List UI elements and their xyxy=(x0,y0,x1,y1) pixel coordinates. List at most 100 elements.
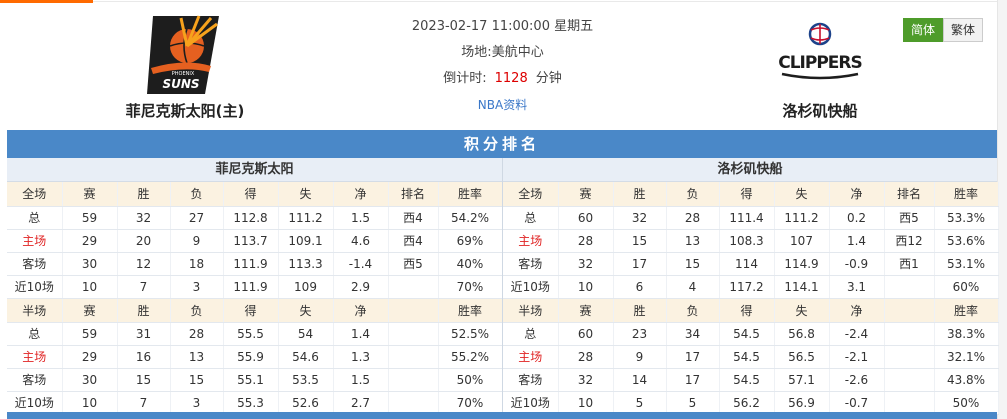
home-standings-table: 全场赛胜负得失净排名 胜率总 59 32 27 112.8 111.2 1.5 西4 54.2% 主… xyxy=(7,182,503,415)
column-header: 排名 xyxy=(388,182,439,207)
nba-info-link[interactable]: NBA资料 xyxy=(478,98,527,112)
bottom-bar xyxy=(7,412,997,419)
table-cell: 52.6 xyxy=(278,391,334,415)
table-cell: 111.2 xyxy=(278,206,334,230)
table-header-row: 全场赛胜负得失净排名 胜率 xyxy=(7,182,503,207)
table-cell: 53.6% xyxy=(934,229,999,253)
table-cell: 23 xyxy=(613,322,667,346)
table-cell: 30 xyxy=(62,252,118,276)
table-cell: 10 xyxy=(558,275,614,299)
column-header: 负 xyxy=(666,182,720,207)
table-cell: 59 xyxy=(62,206,118,230)
table-cell: 1.4 xyxy=(829,229,885,253)
traditional-chinese-button[interactable]: 繁体 xyxy=(943,18,984,42)
table-row: 总 59 31 28 55.5 54 1.4 52.5% xyxy=(7,322,503,346)
table-cell: 28 xyxy=(558,345,614,369)
row-label: 总 xyxy=(503,322,559,346)
table-cell xyxy=(884,345,935,369)
table-cell xyxy=(388,391,439,415)
table-cell: 54.2% xyxy=(438,206,503,230)
table-cell: 32 xyxy=(558,368,614,392)
table-cell: 15 xyxy=(117,368,171,392)
table-row: 主场 29 16 13 55.9 54.6 1.3 55.2% xyxy=(7,345,503,369)
table-cell: 109 xyxy=(278,275,334,299)
countdown-value: 1128 xyxy=(494,71,528,86)
table-cell xyxy=(884,368,935,392)
table-cell: 32 xyxy=(117,206,171,230)
table-cell: 111.4 xyxy=(719,206,775,230)
row-label: 客场 xyxy=(503,252,559,276)
column-header: 负 xyxy=(170,298,224,323)
table-header-row: 半场赛胜负得失净 胜率 xyxy=(503,298,999,323)
row-label: 近10场 xyxy=(503,275,559,299)
table-cell: 114.9 xyxy=(774,252,830,276)
away-team-name: 洛杉矶快船 xyxy=(782,102,858,120)
simplified-chinese-button[interactable]: 简体 xyxy=(903,18,944,42)
table-cell: 2.9 xyxy=(333,275,389,299)
table-cell: 111.9 xyxy=(223,252,279,276)
table-cell: 38.3% xyxy=(934,322,999,346)
table-cell: 55.3 xyxy=(223,391,279,415)
active-tab-indicator xyxy=(0,0,93,3)
table-cell: 113.3 xyxy=(278,252,334,276)
table-row: 客场 32 17 15 114 114.9 -0.9 西1 53.1% xyxy=(503,252,999,276)
row-label: 客场 xyxy=(503,368,559,392)
table-row: 总 59 32 27 112.8 111.2 1.5 西4 54.2% xyxy=(7,206,503,230)
match-datetime: 2023-02-17 11:00:00 星期五 xyxy=(411,19,594,34)
table-cell xyxy=(388,275,439,299)
table-cell: 6 xyxy=(613,275,667,299)
venue-label: 场地: xyxy=(461,45,492,60)
away-standings-team: 洛杉矶快船 xyxy=(503,158,997,182)
column-header: 半场 xyxy=(7,298,63,323)
table-cell: 2.7 xyxy=(333,391,389,415)
countdown-unit: 分钟 xyxy=(535,71,562,86)
table-cell: 1.5 xyxy=(333,368,389,392)
table-cell: 57.1 xyxy=(774,368,830,392)
table-cell: 111.9 xyxy=(223,275,279,299)
table-cell: 28 xyxy=(170,322,224,346)
vertical-scrollbar[interactable] xyxy=(997,0,1007,419)
table-cell: 55.5 xyxy=(223,322,279,346)
top-divider xyxy=(93,1,1007,2)
table-cell: 5 xyxy=(666,391,720,415)
table-cell: 9 xyxy=(170,229,224,253)
match-venue: 场地:美航中心 xyxy=(380,44,625,70)
away-standings: 洛杉矶快船 全场赛胜负得失净排名 胜率总 60 32 28 111.4 111.2 0.2 西5… xyxy=(502,158,999,415)
column-header: 赛 xyxy=(558,298,614,323)
match-countdown: 倒计时: 1128 分钟 xyxy=(380,70,625,96)
table-cell: 1.5 xyxy=(333,206,389,230)
table-cell: 3.1 xyxy=(829,275,885,299)
table-cell: 54.6 xyxy=(278,345,334,369)
home-standings: 菲尼克斯太阳 全场赛胜负得失净排名 胜率总 59 32 27 112.8 111.2 1.5 西… xyxy=(7,158,503,415)
column-header: 赛 xyxy=(62,298,118,323)
table-cell: 西1 xyxy=(884,252,935,276)
clippers-logo-text: CLIPPERS xyxy=(778,53,862,73)
table-cell: 114 xyxy=(719,252,775,276)
table-cell: 4 xyxy=(666,275,720,299)
table-cell: 17 xyxy=(666,368,720,392)
table-cell: 西5 xyxy=(388,252,439,276)
table-cell: 13 xyxy=(170,345,224,369)
column-header: 负 xyxy=(666,298,720,323)
table-cell: 1.4 xyxy=(333,322,389,346)
column-header: 胜率 xyxy=(438,298,503,323)
table-cell: 53.3% xyxy=(934,206,999,230)
table-cell: 107 xyxy=(774,229,830,253)
standings-section: 积分排名 菲尼克斯太阳 全场赛胜负得失净排名 胜率总 59 32 27 112.8 111.… xyxy=(7,130,999,415)
table-cell: 17 xyxy=(666,345,720,369)
table-cell: 114.1 xyxy=(774,275,830,299)
table-cell: 16 xyxy=(117,345,171,369)
table-cell: 60 xyxy=(558,322,614,346)
column-header: 全场 xyxy=(7,182,63,207)
table-row: 总 60 23 34 54.5 56.8 -2.4 38.3% xyxy=(503,322,999,346)
row-label: 主场 xyxy=(7,345,63,369)
table-row: 客场 30 12 18 111.9 113.3 -1.4 西5 40% xyxy=(7,252,503,276)
table-cell: -1.4 xyxy=(333,252,389,276)
column-header xyxy=(884,298,935,323)
column-header: 负 xyxy=(170,182,224,207)
table-cell xyxy=(388,368,439,392)
venue-value: 美航中心 xyxy=(491,45,544,60)
table-row: 近10场 10 6 4 117.2 114.1 3.1 60% xyxy=(503,275,999,299)
table-cell: 43.8% xyxy=(934,368,999,392)
suns-logo-icon: PHOENIX SUNS xyxy=(147,15,219,94)
